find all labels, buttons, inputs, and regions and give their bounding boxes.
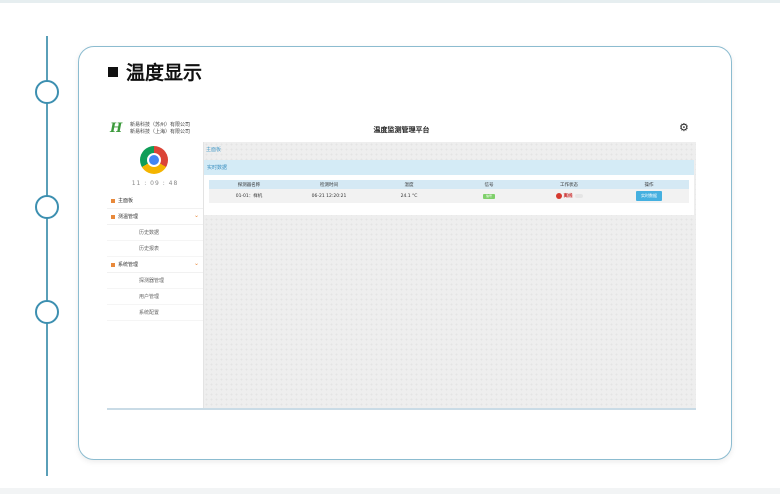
slide-title-text: 温度显示 — [126, 62, 203, 84]
gear-icon[interactable]: ⚙ — [679, 122, 689, 134]
sidebar-item-label: 主面板 — [118, 198, 134, 204]
breadcrumb[interactable]: 主面板 — [206, 146, 221, 153]
sidebar-item-label: 测温管理 — [118, 214, 139, 220]
app-screenshot: H 新易科技（苏州）有限公司 新易科技（上海）有限公司 温度监测管理平台 ⚙ 1… — [107, 118, 696, 410]
cell-name: 01-01：样机 — [235, 194, 263, 199]
cell-time: 06-21 12:20:21 — [311, 193, 347, 199]
table-header: 探测器名称 检测时间 温度 信号 工作状态 操作 — [209, 180, 689, 189]
column-header: 信号 — [484, 182, 494, 188]
sidebar-subitem-history-report[interactable]: 历史报表 — [107, 241, 203, 257]
sidebar-menu: 主面板 测温管理 ⌄ 历史数据 历史报表 系统管理 ⌄ 探测器管理 用户管理 系… — [107, 193, 203, 321]
timeline-node — [35, 80, 59, 104]
status-toggle — [574, 194, 583, 198]
panel-title: 实时数据 — [207, 165, 228, 171]
sidebar: 11 : 09 : 48 主面板 测温管理 ⌄ 历史数据 历史报表 系统管理 ⌄… — [107, 142, 204, 408]
timeline-node — [35, 300, 59, 324]
column-header: 温度 — [404, 182, 414, 188]
cell-temp: 24.1 °C — [400, 193, 418, 199]
column-header: 工作状态 — [560, 182, 578, 188]
sidebar-subitem-system-config[interactable]: 系统配置 — [107, 305, 203, 321]
sidebar-item-label: 系统管理 — [118, 262, 139, 268]
top-divider — [0, 0, 780, 3]
status-badge: 离线 — [563, 194, 573, 199]
sidebar-item-system[interactable]: 系统管理 ⌄ — [107, 257, 203, 273]
system-title: 温度监测管理平台 — [373, 126, 430, 134]
menu-square-icon — [111, 214, 115, 219]
avatar[interactable] — [140, 146, 168, 174]
avatar-icon — [147, 153, 161, 167]
column-header: 检测时间 — [320, 182, 338, 188]
square-bullet-icon — [108, 66, 118, 77]
main-content: 主面板 实时数据 探测器名称 检测时间 温度 信号 工作状态 操作 01-01：… — [204, 142, 696, 408]
realtime-data-button[interactable]: 实时数据 — [636, 191, 662, 201]
panel-header: 实时数据 — [204, 160, 694, 175]
sidebar-subitem-detector-manage[interactable]: 探测器管理 — [107, 273, 203, 289]
cell-action: 实时数据 — [609, 191, 689, 201]
sidebar-subitem-user-manage[interactable]: 用户管理 — [107, 289, 203, 305]
slide-title: 温度显示 — [108, 58, 202, 85]
signal-icon: 信号 — [483, 193, 495, 199]
chevron-down-icon: ⌄ — [193, 260, 199, 267]
data-table: 探测器名称 检测时间 温度 信号 工作状态 操作 01-01：样机 06-21 … — [209, 180, 689, 203]
table-row: 01-01：样机 06-21 12:20:21 24.1 °C 信号 离线 实时… — [209, 189, 689, 203]
app-header: H 新易科技（苏州）有限公司 新易科技（上海）有限公司 温度监测管理平台 ⚙ — [107, 118, 696, 143]
sidebar-subitem-history-data[interactable]: 历史数据 — [107, 225, 203, 241]
chevron-down-icon: ⌄ — [193, 212, 199, 219]
sidebar-item-dashboard[interactable]: 主面板 — [107, 193, 203, 209]
menu-square-icon — [111, 262, 115, 267]
column-header: 操作 — [644, 182, 654, 188]
menu-square-icon — [111, 198, 115, 203]
timeline-node — [35, 195, 59, 219]
status-dot-icon — [555, 193, 562, 199]
cell-signal: 信号 — [449, 193, 529, 199]
column-header: 探测器名称 — [237, 182, 261, 188]
clock: 11 : 09 : 48 — [131, 180, 179, 187]
sidebar-item-monitor[interactable]: 测温管理 ⌄ — [107, 209, 203, 225]
cell-status: 离线 — [529, 193, 609, 199]
bottom-strip — [0, 488, 780, 494]
realtime-panel: 实时数据 探测器名称 检测时间 温度 信号 工作状态 操作 01-01：样机 0… — [204, 160, 694, 215]
